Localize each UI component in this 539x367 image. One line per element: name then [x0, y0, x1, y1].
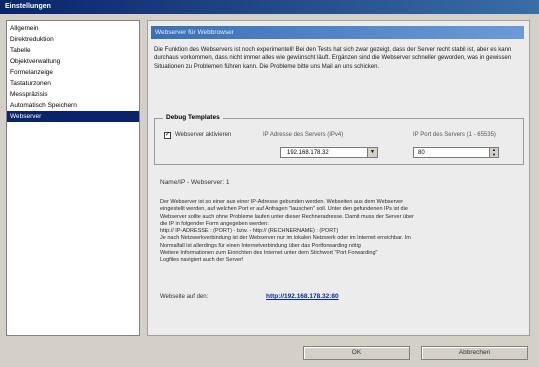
ip-address-value: 192.168.178.32 — [287, 150, 329, 156]
help-text: Der Webserver ist so einer aus einer IP-… — [160, 199, 522, 265]
sidebar-item-formelanzeige[interactable]: Formelanzeige — [7, 67, 139, 78]
chevron-down-icon[interactable]: ▼ — [367, 148, 377, 157]
spin-arrows-icon[interactable]: ▲ ▼ — [489, 147, 498, 157]
help-line: http:// IP-ADRESSE : (PORT) - bzw. - htt… — [160, 228, 339, 235]
sidebar-item-direktreduktion[interactable]: Direktreduktion — [7, 34, 139, 45]
sidebar-item-tastaturzonen[interactable]: Tastaturzonen — [7, 78, 139, 89]
settings-category-list[interactable]: Allgemein Direktreduktion Tabelle Objekt… — [6, 20, 140, 336]
port-stepper[interactable]: 80 ▲ ▼ — [413, 147, 499, 158]
intro-text: Die Funktion des Webservers ist noch exp… — [154, 47, 512, 70]
sidebar-item-messpraezision[interactable]: Messpräzisis — [7, 89, 139, 100]
ip-address-select[interactable]: 192.168.178.32 ▼ — [280, 147, 378, 158]
webui-label: Webseite auf den: — [160, 294, 209, 300]
sidebar-item-webserver[interactable]: Webserver — [7, 111, 139, 122]
webserver-settings-panel: Webserver für Webbrowser Die Funktion de… — [147, 20, 530, 336]
help-line: Normalfall ist allerdings für einen Inte… — [160, 242, 361, 249]
debug-group-legend: Debug Templates — [163, 114, 223, 121]
ip-address-label: IP Adresse des Servers (IPv4) — [263, 132, 344, 138]
sidebar-item-autosave[interactable]: Automatisch Speichern — [7, 100, 139, 111]
help-line: Je nach Netzwerkverbindung ist der Webse… — [160, 235, 411, 242]
ok-button[interactable]: OK — [303, 346, 410, 360]
cancel-button[interactable]: Abbrechen — [421, 346, 528, 360]
port-label: IP Port des Servers (1 - 65535) — [413, 132, 496, 138]
help-line: Der Webserver ist so einer aus einer IP-… — [160, 199, 404, 205]
sidebar-item-allgemein[interactable]: Allgemein — [7, 23, 139, 34]
sidebar-item-tabelle[interactable]: Tabelle — [7, 45, 139, 56]
webui-link[interactable]: http://192.168.178.32:80 — [266, 293, 339, 300]
debug-templates-group: Debug Templates ✓ Webserver aktivieren I… — [154, 114, 524, 165]
webserver-enable-checkbox[interactable]: ✓ — [164, 132, 171, 139]
server-status: Name/IP - Webserver: 1 — [160, 179, 230, 186]
help-line: die IP in folgender Form angegeben werde… — [160, 220, 269, 227]
help-line: Logfiles navigiert auch der Server! — [160, 257, 244, 264]
window-title: Einstellungen — [0, 0, 539, 14]
port-value: 80 — [418, 150, 425, 156]
help-line: eingestellt werden, auf welchen Port er … — [160, 206, 408, 213]
sidebar-item-objektverwaltung[interactable]: Objektverwaltung — [7, 56, 139, 67]
help-line: Webserver sollte auch ohne Probleme lauf… — [160, 213, 414, 220]
webserver-enable-label[interactable]: Webserver aktivieren — [175, 132, 231, 138]
help-line: Weitere Informationen zum Einrichten des… — [160, 250, 378, 257]
panel-header: Webserver für Webbrowser — [151, 26, 524, 39]
